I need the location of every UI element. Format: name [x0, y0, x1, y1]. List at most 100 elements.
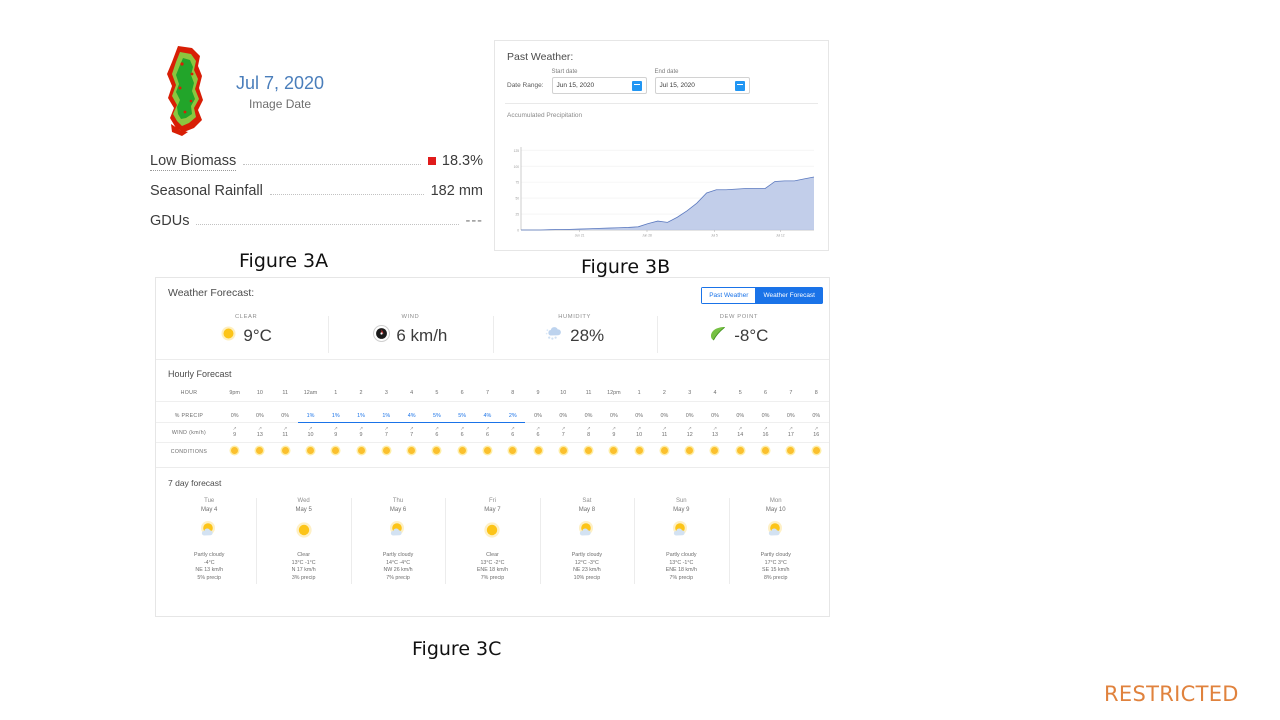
sun-icon [686, 447, 694, 454]
rain-cloud-icon [545, 325, 564, 347]
day-temps: 12°C -3°C [574, 559, 599, 566]
sun-icon [332, 447, 340, 454]
sun-icon [382, 447, 390, 454]
calendar-icon[interactable] [631, 80, 642, 91]
wind-arrow-icon: ↗ [460, 426, 465, 432]
stat-row-gdus[interactable]: GDUs --- [150, 213, 483, 243]
wind-arrow-icon: ↗ [308, 426, 313, 432]
precip-cell: 0% [736, 413, 745, 419]
day-card[interactable]: Wed May 5 Clear 13°C -1°C N 17 km/h 3% precip [256, 494, 350, 592]
weather-mode-toggle[interactable]: Past Weather Weather Forecast [701, 287, 823, 304]
condition-cell [728, 443, 753, 460]
tab-past-weather[interactable]: Past Weather [701, 287, 756, 304]
partly-cloudy-icon [731, 520, 821, 545]
wind-cell: ↗ 11 [272, 422, 298, 443]
day-card[interactable]: Sun May 9 Partly cloudy 13°C -1°C ENE 18 km/… [634, 494, 728, 592]
day-precip: 7% precip [480, 574, 505, 581]
wind-cell: ↗ 16 [803, 422, 829, 443]
accumulated-precipitation-chart: 0 25 50 75 100 125 Jun 21 Jun 28 Jul 5 Jul 12 [505, 141, 820, 246]
day-card[interactable]: Mon May 10 Partly cloudy 17°C 3°C SE 15 km/h… [728, 494, 823, 592]
date-range-label: Date Range: [507, 82, 544, 89]
day-card[interactable]: Thu May 6 Partly cloudy 14°C -4°C NW 26 km/h… [350, 494, 445, 592]
wind-arrow-icon: ↗ [434, 426, 439, 432]
tab-weather-forecast[interactable]: Weather Forecast [755, 287, 823, 304]
chart-title: Accumulated Precipitation [507, 112, 583, 119]
hourly-forecast-table: HOUR 9pm 10 11 12am 1 2 3 4 5 6 7 8 9 10 11 12pm 1 2 3 4 5 6 7… [156, 387, 829, 459]
hour-cell: 4 [702, 387, 728, 402]
precip-cell: 4% [398, 401, 425, 423]
row-label-precip: % PRECIP [174, 413, 204, 419]
day-precip: 8% precip [763, 574, 788, 581]
past-weather-title: Past Weather: [507, 51, 574, 63]
condition-cell [601, 443, 626, 460]
sun-icon [534, 447, 542, 454]
hour-cell: 9pm [222, 387, 248, 402]
day-card-list: Tue May 4 Partly cloudy -4°C NE 13 km/h 5% pr… [156, 494, 829, 592]
summary-value: -8°C [734, 326, 769, 345]
day-date: May 8 [578, 507, 596, 513]
stat-row-seasonal-rainfall[interactable]: Seasonal Rainfall 182 mm [150, 183, 483, 213]
calendar-icon[interactable] [734, 80, 745, 91]
wind-cell: ↗ 9 [323, 422, 349, 443]
summary-cell-clear: CLEAR 9°C [164, 310, 328, 359]
precip-cell: 0% [812, 413, 821, 419]
day-wind: NE 23 km/h [573, 567, 601, 573]
wind-cell: ↗ 13 [702, 422, 728, 443]
day-date: May 9 [673, 507, 690, 513]
wind-arrow-icon: ↗ [687, 426, 692, 432]
image-date-value: Jul 7, 2020 [236, 73, 325, 93]
day-card[interactable]: Tue May 4 Partly cloudy -4°C NE 13 km/h 5% pr… [162, 494, 256, 592]
start-date-field[interactable]: Start date Jun 15, 2020 [551, 69, 647, 94]
day-condition: Partly cloudy [571, 552, 603, 558]
summary-value: 6 km/h [396, 326, 448, 345]
sun-icon [483, 447, 491, 454]
day-card[interactable]: Fri May 7 Clear 13°C -2°C ENE 18 km/h 7% prec… [445, 494, 539, 592]
summary-cell-dew-point: DEW POINT -8°C [656, 310, 821, 359]
svg-text:50: 50 [515, 197, 519, 201]
day-condition: Clear [486, 552, 499, 558]
wind-arrow-icon: ↗ [712, 426, 718, 432]
precip-cell: 0% [761, 413, 770, 419]
summary-value: 9°C [243, 326, 272, 345]
condition-cell [374, 443, 399, 460]
sun-icon [585, 447, 593, 454]
sun-icon [447, 520, 537, 545]
condition-cell [576, 443, 601, 460]
hour-cell: 12am [297, 387, 324, 402]
sun-icon [635, 447, 643, 454]
day-precip: 3% precip [291, 574, 316, 581]
day-card[interactable]: Sat May 8 Partly cloudy 12°C -3°C NE 23 km/h… [539, 494, 634, 592]
sun-icon [231, 447, 239, 454]
wind-arrow-icon: ↗ [283, 426, 288, 432]
wind-arrow-icon: ↗ [510, 426, 515, 432]
condition-cell [525, 443, 550, 460]
precip-cell: 0% [711, 413, 719, 419]
wind-arrow-icon: ↗ [637, 426, 642, 432]
wind-arrow-icon: ↗ [535, 426, 541, 432]
day-name: Thu [392, 498, 404, 504]
hour-cell: 10 [550, 387, 576, 402]
summary-label: CLEAR [234, 314, 258, 320]
wind-cell: ↗ 9 [348, 422, 374, 443]
hour-cell: 10 [247, 387, 273, 402]
summary-label: DEW POINT [719, 314, 758, 320]
sun-icon [787, 447, 795, 454]
hour-cell: 6 [752, 387, 779, 402]
wind-cell: ↗ 7 [373, 422, 399, 443]
day-condition: Partly cloudy [760, 552, 791, 558]
condition-cell [273, 443, 298, 460]
condition-cell [222, 443, 247, 460]
svg-text:Jun 21: Jun 21 [575, 234, 585, 238]
wind-cell: ↗ 10 [297, 422, 324, 443]
stat-row-low-biomass[interactable]: Low Biomass 18.3% [150, 153, 483, 183]
day-temps: 13°C -1°C [291, 559, 316, 566]
image-date-label: Image Date [249, 97, 312, 111]
hour-cell: 8 [803, 387, 829, 402]
wind-arrow-icon: ↗ [384, 426, 389, 432]
sun-icon [736, 447, 744, 454]
sun-icon [220, 325, 237, 347]
end-date-value: Jul 15, 2020 [659, 82, 695, 89]
hour-cell: 1 [323, 387, 349, 402]
end-date-field[interactable]: End date Jul 15, 2020 [654, 69, 750, 94]
leader-dots [269, 193, 424, 195]
